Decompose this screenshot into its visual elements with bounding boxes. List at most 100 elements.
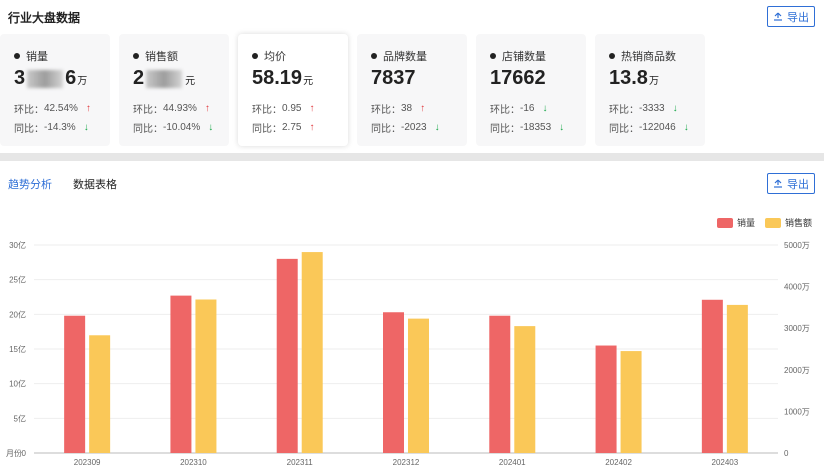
x-tick-label: 202403	[712, 458, 739, 467]
legend-swatch	[765, 217, 782, 228]
x-tick-label: 202309	[74, 458, 101, 467]
bullet-icon	[609, 53, 615, 59]
arrow-down-icon: ↓	[683, 122, 689, 133]
page-title: 行业大盘数据	[8, 11, 81, 25]
card-avg-price[interactable]: 均价 58.19元 环比： 0.95 ↑ 同比： 2.75 ↑	[238, 34, 348, 146]
bar-sales-volume	[170, 295, 192, 453]
legend-swatch	[717, 217, 733, 228]
card-label: 均价	[264, 51, 286, 63]
bar-sales-amount	[195, 299, 217, 453]
y-right-tick-label: 0	[784, 449, 789, 458]
card-label: 销售额	[145, 51, 178, 63]
yoy-row: 同比： -2023 ↓	[371, 122, 440, 135]
y-left-tick-label: 5亿	[14, 413, 26, 423]
arrow-down-icon: ↓	[559, 122, 565, 133]
card-value: 58.19元	[252, 67, 314, 89]
bar-sales-volume	[701, 299, 723, 453]
x-tick-label: 202402	[605, 458, 632, 467]
tab-data-table[interactable]: 数据表格	[73, 176, 117, 192]
trend-export-button[interactable]: 导出	[767, 173, 815, 194]
bullet-icon	[490, 53, 496, 59]
card-value: 13.8万	[609, 67, 659, 89]
y-right-tick-label: 4000万	[784, 283, 810, 292]
bar-sales-amount	[89, 335, 111, 453]
mom-row: 环比： 38 ↑	[371, 103, 426, 116]
card-sales-volume[interactable]: 销量 3 6万 环比： 42.54% ↑ 同比： -14.3% ↓	[0, 34, 110, 146]
x-tick-label: 202312	[393, 458, 420, 467]
yoy-row: 同比： -10.04% ↓	[133, 122, 214, 135]
yoy-row: 同比： 2.75 ↑	[252, 122, 315, 135]
bar-sales-amount	[301, 252, 323, 453]
bullet-icon	[133, 53, 139, 59]
arrow-up-icon: ↑	[85, 103, 91, 114]
y-left-tick-label: 10亿	[9, 379, 26, 389]
y-left-tick-label: 15亿	[9, 344, 26, 354]
card-shop-count[interactable]: 店铺数量 17662 环比： -16 ↓ 同比： -18353 ↓	[476, 34, 586, 146]
trend-bar-chart: 0 5亿 10亿 15亿 20亿 25亿 30亿 0 1000万 2000万 3000万 4000万 5…	[6, 240, 810, 467]
legend-item-sales-amount[interactable]: 销售额	[765, 216, 812, 229]
arrow-up-icon: ↑	[309, 122, 315, 133]
bullet-icon	[14, 53, 20, 59]
y-left-tick-label: 0	[22, 449, 27, 458]
y-right-tick-label: 3000万	[784, 324, 810, 333]
arrow-down-icon: ↓	[83, 122, 89, 133]
bar-sales-amount	[408, 318, 429, 453]
y-right-tick-label: 1000万	[784, 407, 810, 416]
mom-row: 环比： 42.54% ↑	[14, 103, 91, 116]
yoy-row: 同比： -18353 ↓	[490, 122, 565, 135]
x-tick-label: 202310	[180, 458, 207, 467]
export-label: 导出	[787, 178, 809, 191]
y-left-tick-label: 20亿	[9, 309, 26, 319]
export-icon	[774, 12, 782, 21]
bar-sales-volume	[383, 312, 404, 453]
y-right-tick-label: 5000万	[784, 241, 810, 250]
export-icon	[774, 179, 782, 188]
export-button[interactable]: 导出	[767, 6, 815, 27]
bar-sales-amount	[514, 326, 536, 453]
section-divider	[0, 153, 824, 161]
bullet-icon	[252, 53, 258, 59]
bar-sales-volume	[64, 315, 86, 453]
y-left-tick-label: 25亿	[9, 275, 26, 285]
bar-sales-volume	[489, 315, 511, 453]
tab-trend-analysis[interactable]: 趋势分析	[8, 176, 52, 192]
card-value: 2元	[133, 67, 196, 89]
legend-item-sales-volume[interactable]: 销量	[717, 216, 755, 229]
bar-sales-volume	[595, 345, 617, 453]
card-brand-count[interactable]: 品牌数量 7837 环比： 38 ↑ 同比： -2023 ↓	[357, 34, 467, 146]
masked-value	[27, 69, 64, 88]
bar-sales-amount	[726, 304, 748, 453]
arrow-up-icon: ↑	[204, 103, 210, 114]
arrow-down-icon: ↓	[434, 122, 440, 133]
card-hot-products[interactable]: 热销商品数 13.8万 环比： -3333 ↓ 同比： -122046 ↓	[595, 34, 705, 146]
yoy-row: 同比： -122046 ↓	[609, 122, 689, 135]
x-axis-corner-label: 月份	[6, 448, 22, 458]
card-label: 品牌数量	[383, 51, 427, 63]
section-header: 行业大盘数据 导出	[0, 0, 824, 32]
arrow-down-icon: ↓	[672, 103, 678, 114]
bar-sales-amount	[620, 351, 642, 453]
export-label: 导出	[787, 11, 809, 24]
metric-cards: 销量 3 6万 环比： 42.54% ↑ 同比： -14.3% ↓ 销售额 2元 环比： 4…	[0, 34, 824, 146]
x-tick-label: 202401	[499, 458, 526, 467]
yoy-row: 同比： -14.3% ↓	[14, 122, 89, 135]
card-sales-amount[interactable]: 销售额 2元 环比： 44.93% ↑ 同比： -10.04% ↓	[119, 34, 229, 146]
card-label: 热销商品数	[621, 51, 676, 63]
chart-legend: 销量 销售额	[707, 216, 812, 229]
mom-row: 环比： 0.95 ↑	[252, 103, 315, 116]
bullet-icon	[371, 53, 377, 59]
x-tick-label: 202311	[287, 458, 314, 467]
mom-row: 环比： -3333 ↓	[609, 103, 678, 116]
arrow-down-icon: ↓	[208, 122, 214, 133]
mom-row: 环比： -16 ↓	[490, 103, 548, 116]
arrow-up-icon: ↑	[420, 103, 426, 114]
arrow-up-icon: ↑	[309, 103, 315, 114]
masked-value	[146, 69, 183, 88]
mom-row: 环比： 44.93% ↑	[133, 103, 210, 116]
card-label: 销量	[26, 51, 48, 63]
y-right-tick-label: 2000万	[784, 366, 810, 375]
bar-sales-volume	[276, 258, 298, 453]
card-value: 3 6万	[14, 67, 88, 89]
card-value: 17662	[490, 67, 546, 89]
card-value: 7837	[371, 67, 416, 89]
